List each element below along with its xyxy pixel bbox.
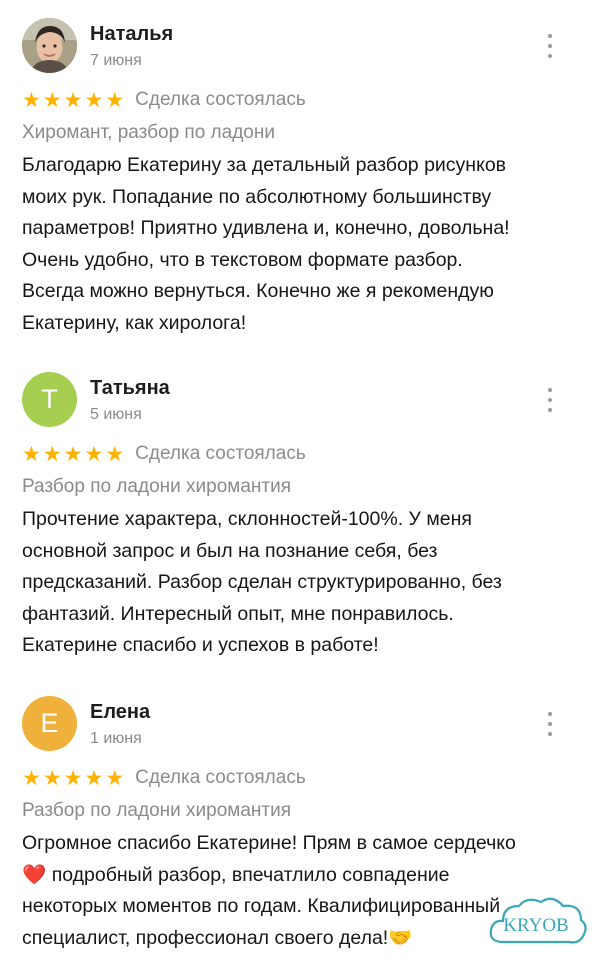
review-text-line: предсказаний. Разбор сделан структуриров… (22, 571, 502, 593)
review-text-line: Благодарю Екатерину за детальный разбор … (22, 154, 507, 176)
review-text-line: ❤️ подробный разбор, впечатлило совпаден… (22, 863, 450, 886)
review-text-line: фантазий. Интересный опыт, мне понравило… (22, 602, 454, 625)
star-icon: ★ (84, 766, 104, 790)
review-text-line: Екатерине спасибо и успехов в работе! (22, 634, 379, 656)
review-text: Благодарю Екатерину за детальный разбор … (22, 150, 582, 339)
rating: ★ ★ ★ ★ ★ Сделка состоялась (22, 441, 306, 467)
watermark-logo: KRYOB (485, 890, 591, 956)
review-text-line: Екатерину, как хиролога! (22, 311, 247, 334)
review-date: 1 июня (90, 730, 142, 747)
star-icon: ★ (22, 766, 41, 790)
service-name: Хиромант, разбор по ладони (22, 122, 275, 143)
star-icon: ★ (42, 442, 62, 466)
more-vertical-icon[interactable] (540, 34, 560, 58)
star-icon: ★ (22, 442, 41, 466)
avatar-photo (22, 18, 77, 73)
cloud-logo-icon: KRYOB (489, 897, 587, 944)
rating: ★ ★ ★ ★ ★ Сделка состоялась (22, 87, 306, 113)
service-name: Разбор по ладони хиромантия (22, 800, 291, 821)
star-icon: ★ (84, 442, 104, 466)
reviewer-name[interactable]: Наталья (90, 23, 173, 46)
star-icon: ★ (84, 88, 104, 112)
star-icon: ★ (63, 88, 83, 112)
review-text-line: Огромное спасибо Екатерине! Прям в самое… (22, 832, 516, 854)
more-vertical-icon[interactable] (540, 712, 560, 736)
review-text-line: Прочтение характера, склонностей-100%. У… (22, 508, 472, 530)
reviewer-name[interactable]: Елена (90, 701, 150, 724)
service-name: Разбор по ладони хиромантия (22, 476, 291, 497)
star-icon: ★ (63, 766, 83, 790)
rating: ★ ★ ★ ★ ★ Сделка состоялась (22, 765, 306, 791)
star-icon: ★ (22, 88, 41, 112)
star-icon: ★ (63, 442, 83, 466)
star-icon: ★ (105, 766, 125, 790)
avatar-letter: Е (40, 708, 59, 738)
rating-stars: ★ ★ ★ ★ ★ (22, 768, 126, 789)
star-icon: ★ (105, 88, 125, 112)
review-date: 7 июня (90, 52, 142, 69)
avatar[interactable] (22, 18, 77, 73)
review-text-line: моих рук. Попадание по абсолютному больш… (22, 185, 492, 208)
review-text-line: параметров! Приятно удивлена и, конечно,… (22, 217, 510, 239)
review-text: Прочтение характера, склонностей-100%. У… (22, 504, 582, 662)
avatar[interactable]: Т (22, 372, 77, 427)
more-vertical-icon[interactable] (540, 388, 560, 412)
star-icon: ★ (42, 88, 62, 112)
review-text-line: основной запрос и был на познание себя, … (22, 539, 438, 562)
review-text-line: Очень удобно, что в текстовом формате ра… (22, 248, 463, 271)
avatar[interactable]: Е (22, 696, 77, 751)
review-date: 5 июня (90, 406, 142, 423)
rating-stars: ★ ★ ★ ★ ★ (22, 90, 126, 111)
rating-stars: ★ ★ ★ ★ ★ (22, 444, 126, 465)
avatar-letter: Т (41, 384, 58, 414)
review-text-line: Всегда можно вернуться. Конечно же я рек… (22, 280, 494, 302)
star-icon: ★ (105, 442, 125, 466)
star-icon: ★ (42, 766, 62, 790)
watermark-text: KRYOB (503, 915, 568, 936)
reviewer-name[interactable]: Татьяна (90, 377, 170, 400)
deal-status: Сделка состоялась (135, 443, 306, 464)
deal-status: Сделка состоялась (135, 89, 306, 110)
deal-status: Сделка состоялась (135, 767, 306, 788)
